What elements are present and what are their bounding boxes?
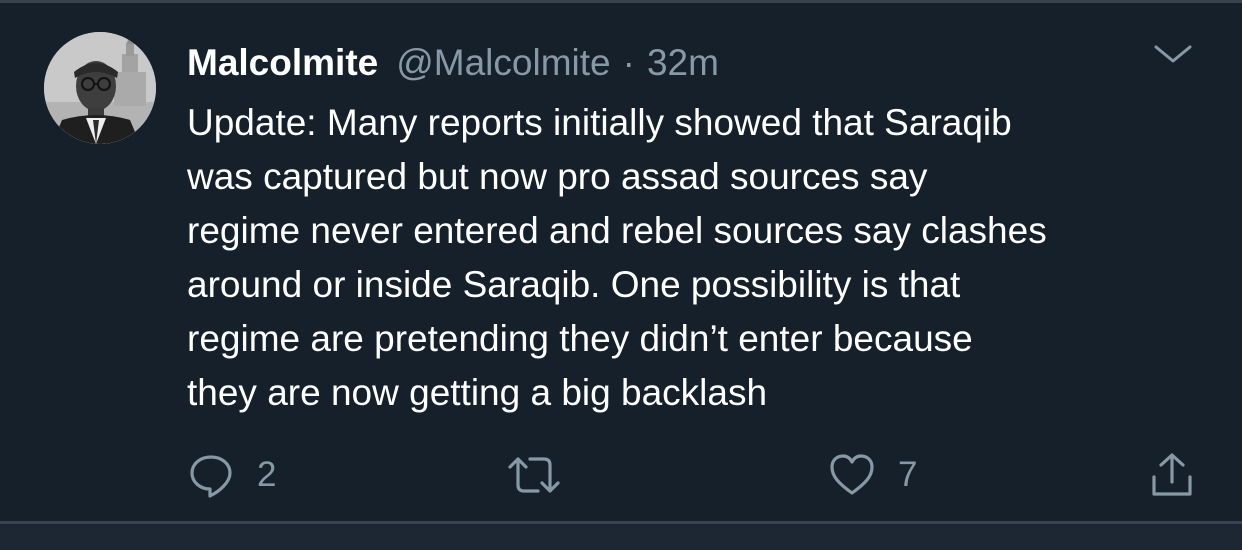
- tweet-menu-button[interactable]: [1152, 39, 1194, 69]
- reply-icon: [190, 455, 232, 498]
- author-handle[interactable]: @Malcolmite: [396, 42, 610, 84]
- tweet-text-line: regime are pretending they didn’t enter …: [187, 318, 973, 359]
- tweet-text-line: was captured but now pro assad sources s…: [187, 156, 928, 197]
- heart-icon: [830, 454, 874, 495]
- tweet-text-line: they are now getting a big backlash: [187, 372, 768, 413]
- tweet-header: Malcolmite @Malcolmite · 32m: [187, 38, 719, 88]
- author-name[interactable]: Malcolmite: [187, 42, 378, 84]
- share-button[interactable]: [1148, 447, 1196, 503]
- chevron-down-icon: [1154, 45, 1192, 63]
- avatar-photo: [44, 32, 156, 144]
- next-tweet-edge: [0, 524, 1242, 550]
- tweet-text-line: around or inside Saraqib. One possibilit…: [187, 264, 961, 305]
- reply-button[interactable]: 2: [187, 447, 276, 503]
- tweet-text: Update: Many reports initially showed th…: [187, 96, 1217, 420]
- tweet-card[interactable]: Malcolmite @Malcolmite · 32m Update: Man…: [0, 3, 1242, 521]
- like-count: 7: [898, 455, 918, 494]
- avatar[interactable]: [44, 32, 156, 144]
- tweet-text-line: regime never entered and rebel sources s…: [187, 210, 1047, 251]
- reply-count: 2: [257, 455, 277, 494]
- retweet-button[interactable]: [507, 447, 583, 503]
- share-icon: [1152, 453, 1192, 496]
- header-separator: ·: [622, 42, 635, 83]
- timestamp[interactable]: 32m: [647, 42, 719, 84]
- tweet-text-line: Update: Many reports initially showed th…: [187, 102, 1012, 143]
- like-button[interactable]: 7: [828, 447, 917, 503]
- retweet-icon: [508, 457, 560, 493]
